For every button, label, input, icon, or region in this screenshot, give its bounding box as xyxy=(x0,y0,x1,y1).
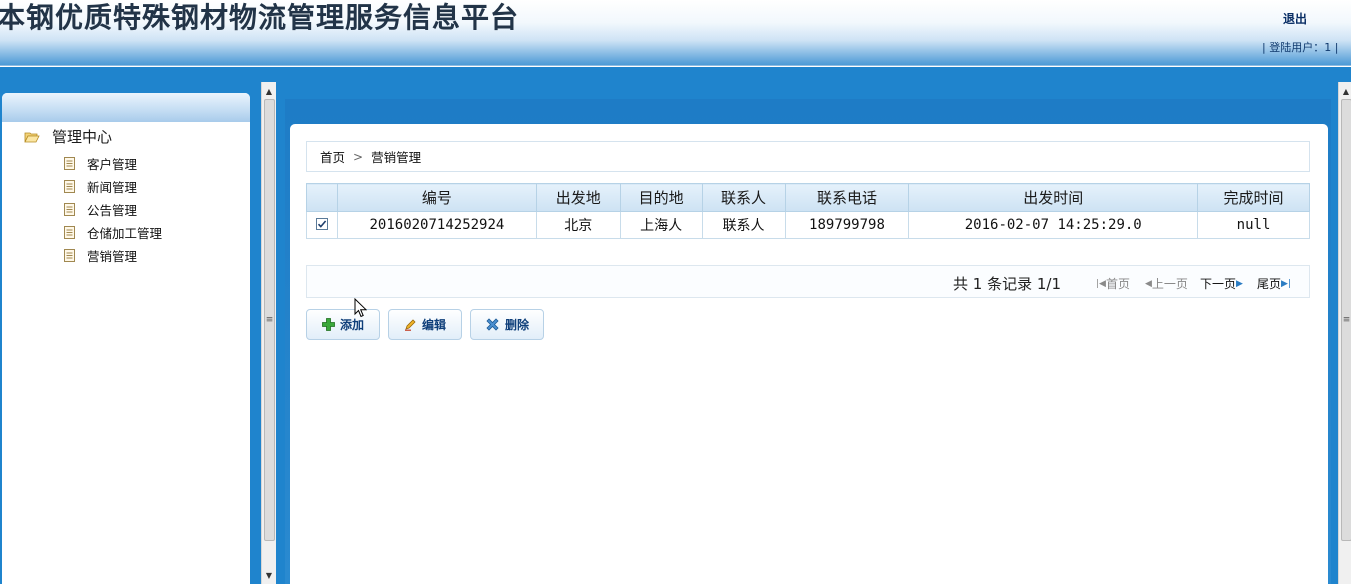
logout-link[interactable]: 退出 xyxy=(1283,10,1307,27)
edit-button-label: 编辑 xyxy=(421,318,446,332)
sidebar-item-customer[interactable]: 客户管理 xyxy=(64,154,137,173)
prev-page-icon: ◀ xyxy=(1145,278,1152,289)
first-page-icon: |◀ xyxy=(1096,278,1106,289)
main-scrollbar[interactable]: ▲ ≡ xyxy=(1338,82,1351,584)
record-count: 共 1 条记录 1/1 xyxy=(953,275,1061,293)
sidebar-header xyxy=(2,93,250,122)
scroll-down-icon[interactable]: ▼ xyxy=(262,568,276,582)
edit-button[interactable]: 编辑 xyxy=(388,309,462,340)
add-button[interactable]: 添加 xyxy=(306,309,380,340)
delete-button[interactable]: 删除 xyxy=(470,309,544,340)
column-header-phone: 联系电话 xyxy=(784,183,910,212)
cell-depart-time: 2016-02-07 14:25:29.0 xyxy=(908,211,1199,239)
sidebar-item-marketing[interactable]: 营销管理 xyxy=(64,246,137,265)
first-page-link[interactable]: |◀ 首页 xyxy=(1096,275,1130,292)
column-header-select xyxy=(306,183,338,212)
breadcrumb-home[interactable]: 首页 xyxy=(320,147,345,166)
first-page-label: 首页 xyxy=(1105,277,1130,291)
breadcrumb-current: 营销管理 xyxy=(371,150,422,165)
last-page-icon: ▶| xyxy=(1281,278,1291,289)
delete-x-icon xyxy=(485,317,500,332)
sidebar-item-label: 客户管理 xyxy=(87,157,138,172)
sidebar-item-label: 营销管理 xyxy=(87,249,138,264)
folder-open-icon xyxy=(24,131,40,143)
scroll-up-icon[interactable]: ▲ xyxy=(262,84,276,98)
last-page-link[interactable]: 尾页 ▶| xyxy=(1257,275,1291,292)
plus-icon xyxy=(322,318,335,331)
cell-finish-time: null xyxy=(1197,211,1310,239)
sidebar-item-notice[interactable]: 公告管理 xyxy=(64,200,137,219)
table-header-row: 编号 出发地 目的地 联系人 联系电话 出发时间 完成时间 xyxy=(306,183,1310,212)
breadcrumb-separator: > xyxy=(353,149,364,164)
document-icon xyxy=(64,157,75,170)
column-header-depart-time: 出发时间 xyxy=(908,183,1199,212)
document-icon xyxy=(64,203,75,216)
tree-root-admin-center[interactable]: 管理中心 xyxy=(24,126,112,147)
shipment-table: 编号 出发地 目的地 联系人 联系电话 出发时间 完成时间 2016020714… xyxy=(306,183,1310,239)
table-row[interactable]: 2016020714252924 北京 上海人 联系人 189799798 20… xyxy=(306,211,1310,239)
column-header-destination: 目的地 xyxy=(619,183,703,212)
sidebar-item-label: 公告管理 xyxy=(87,203,138,218)
cell-id: 2016020714252924 xyxy=(336,211,537,239)
sidebar-item-label: 新闻管理 xyxy=(87,180,138,195)
pencil-icon xyxy=(404,318,417,331)
column-header-id: 编号 xyxy=(336,183,537,212)
cell-origin: 北京 xyxy=(535,211,621,239)
column-header-finish-time: 完成时间 xyxy=(1197,183,1310,212)
column-header-contact: 联系人 xyxy=(701,183,786,212)
header-bar: 本钢优质特殊钢材物流管理服务信息平台 退出 | 登陆用户：1 | xyxy=(0,0,1351,66)
row-checkbox-cell[interactable] xyxy=(306,211,338,239)
pagination-bar: 共 1 条记录 1/1 |◀ 首页 ◀ 上一页 下一页 ▶ 尾页 ▶| xyxy=(306,265,1310,298)
document-icon xyxy=(64,226,75,239)
breadcrumb: 首页 > 营销管理 xyxy=(306,141,1310,172)
scroll-up-icon[interactable]: ▲ xyxy=(1339,84,1351,98)
sidebar: 管理中心 客户管理 新闻管理 公告管理 仓储加工管理 营销管理 xyxy=(2,93,250,584)
mouse-cursor-icon xyxy=(354,297,368,321)
scroll-thumb[interactable]: ≡ xyxy=(1341,99,1351,541)
next-page-label: 下一页 xyxy=(1200,277,1237,291)
scroll-thumb[interactable]: ≡ xyxy=(264,99,275,541)
cell-phone: 189799798 xyxy=(784,211,910,239)
cell-destination: 上海人 xyxy=(619,211,703,239)
delete-button-label: 删除 xyxy=(504,318,529,332)
prev-page-link[interactable]: ◀ 上一页 xyxy=(1145,275,1188,292)
cell-contact: 联系人 xyxy=(701,211,786,239)
sidebar-scrollbar[interactable]: ▲ ≡ ▼ xyxy=(261,82,276,584)
tree-root-label: 管理中心 xyxy=(52,128,113,146)
prev-page-label: 上一页 xyxy=(1151,277,1188,291)
column-header-origin: 出发地 xyxy=(535,183,621,212)
last-page-label: 尾页 xyxy=(1257,277,1282,291)
document-icon xyxy=(64,249,75,262)
sidebar-item-news[interactable]: 新闻管理 xyxy=(64,177,137,196)
checkbox-icon[interactable] xyxy=(315,218,328,230)
login-info: | 登陆用户：1 | xyxy=(1262,41,1339,54)
sidebar-item-label: 仓储加工管理 xyxy=(87,226,163,241)
sidebar-item-warehouse[interactable]: 仓储加工管理 xyxy=(64,223,162,242)
next-page-link[interactable]: 下一页 ▶ xyxy=(1200,275,1243,292)
document-icon xyxy=(64,180,75,193)
next-page-icon: ▶ xyxy=(1236,278,1243,289)
site-title: 本钢优质特殊钢材物流管理服务信息平台 xyxy=(0,1,520,34)
